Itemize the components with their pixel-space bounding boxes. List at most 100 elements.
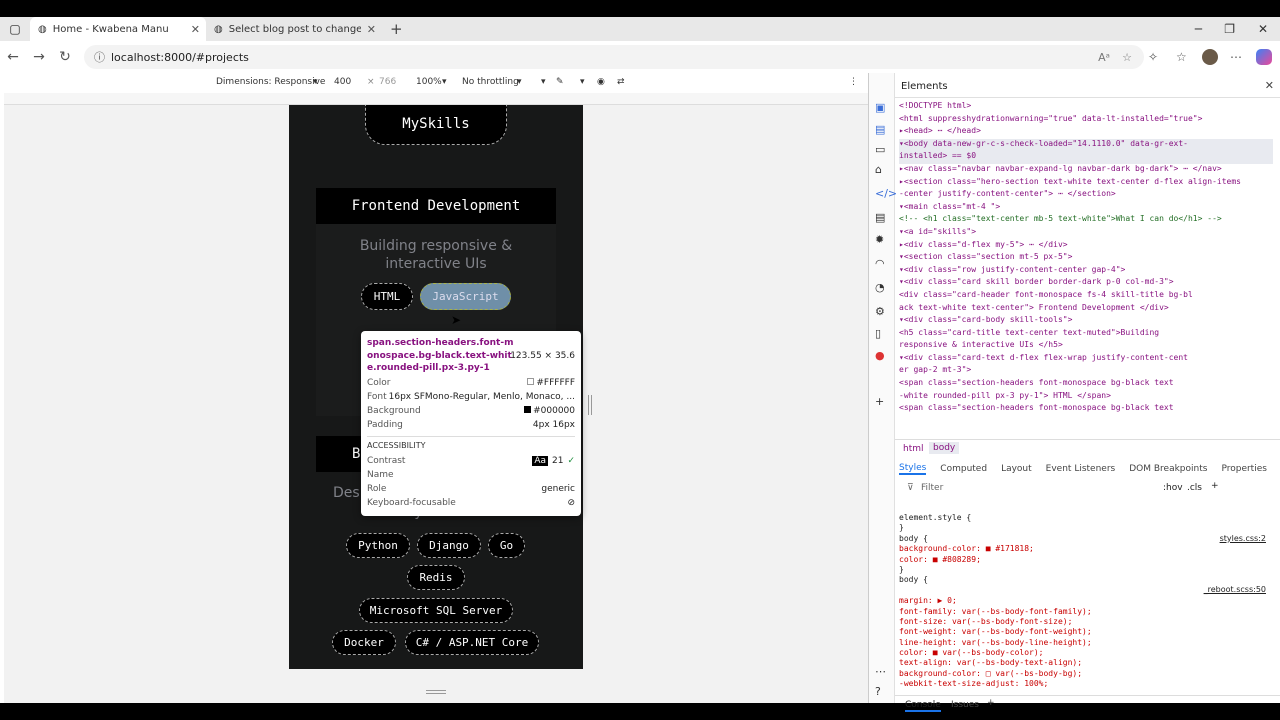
network-icon[interactable]: ◠: [875, 257, 885, 270]
throttling-select[interactable]: No throttling: [462, 77, 519, 87]
dom-node-line[interactable]: er gap-2 mt-3">: [899, 365, 1273, 378]
dom-node-line[interactable]: -center justify-content-center"> ⋯ </sec…: [899, 189, 1273, 202]
styles-pane[interactable]: element.style {} body { background-color:…: [899, 513, 1273, 698]
dom-node-line[interactable]: ▾<div class="card-body skill-tools">: [899, 315, 1273, 328]
filter-input[interactable]: Filter: [921, 483, 943, 493]
dom-node-line[interactable]: ▸<nav class="navbar navbar-expand-lg nav…: [899, 164, 1273, 177]
minimize-icon[interactable]: ─: [1195, 22, 1202, 36]
dom-node-line[interactable]: ▾<div class="card-text d-flex flex-wrap …: [899, 353, 1273, 366]
close-icon[interactable]: ✕: [1265, 79, 1274, 92]
eye-icon[interactable]: ◉: [597, 77, 605, 87]
style-rule-line[interactable]: font-weight: var(--bs-body-font-weight);: [899, 627, 1273, 637]
dom-tree[interactable]: <!DOCTYPE html> <html suppresshydrationwa…: [899, 101, 1273, 421]
bug-icon[interactable]: ✹: [875, 233, 884, 246]
dom-node-line[interactable]: ▾<body data-new-gr-c-s-check-loaded="14.…: [899, 138, 1273, 152]
style-rule-line[interactable]: background-color: □ var(--bs-body-bg);: [899, 669, 1273, 679]
tab-blog-admin[interactable]: ◍ Select blog post to change | Djan ✕: [206, 17, 382, 41]
pen-icon[interactable]: ✎: [556, 77, 564, 87]
style-rule-line[interactable]: }: [899, 523, 1273, 533]
window-icon[interactable]: ▭: [875, 143, 885, 156]
dom-node-line[interactable]: <!DOCTYPE html>: [899, 101, 1273, 114]
dom-node-line[interactable]: ▾<div class="row justify-content-center …: [899, 265, 1273, 278]
add-tab-icon[interactable]: +: [987, 698, 995, 708]
style-rule-line[interactable]: line-height: var(--bs-body-line-height);: [899, 638, 1273, 648]
dom-node-line[interactable]: ▸<section class="hero-section text-white…: [899, 177, 1273, 190]
more-icon[interactable]: ⋯: [875, 665, 886, 678]
close-icon[interactable]: ✕: [367, 23, 376, 36]
dom-node-line[interactable]: <span class="section-headers font-monosp…: [899, 378, 1273, 391]
dom-node-line[interactable]: installed> == $0: [899, 151, 1273, 164]
application-icon[interactable]: ▯: [875, 327, 881, 340]
welcome-icon[interactable]: ▣: [875, 101, 885, 114]
style-rule-line[interactable]: margin: ▶ 0;: [899, 596, 1273, 606]
add-tool-icon[interactable]: +: [875, 395, 884, 408]
width-input[interactable]: 400: [334, 77, 351, 87]
dom-node-line[interactable]: ▾<div class="card skill border border-da…: [899, 277, 1273, 290]
url-field[interactable]: ⓘ localhost:8000/#projects Aᵃ ☆: [84, 45, 1144, 69]
dom-node-line[interactable]: ▸<div class="d-flex my-5"> ⋯ </div>: [899, 240, 1273, 253]
style-source-link[interactable]: styles.css:2: [1220, 534, 1266, 543]
tab-properties[interactable]: Properties: [1221, 464, 1266, 474]
elements-icon[interactable]: </>: [875, 187, 897, 200]
settings-icon[interactable]: ⚙: [875, 305, 885, 318]
dom-node-line[interactable]: -white rounded-pill px-3 py-1"> HTML </s…: [899, 391, 1273, 404]
dom-node-line[interactable]: <h5 class="card-title text-center text-m…: [899, 328, 1273, 341]
viewport-resize-handle[interactable]: [588, 395, 592, 415]
rotate-icon[interactable]: ⇄: [617, 77, 625, 87]
style-rule-line[interactable]: -webkit-text-size-adjust: 100%;: [899, 679, 1273, 689]
extensions-icon[interactable]: ✧: [1148, 50, 1158, 64]
style-rule-line[interactable]: color: ■ var(--bs-body-color);: [899, 648, 1273, 658]
height-input[interactable]: 766: [379, 77, 396, 87]
style-rule-line[interactable]: }: [899, 565, 1273, 575]
console-icon[interactable]: ▤: [875, 211, 885, 224]
avatar[interactable]: [1202, 49, 1218, 65]
style-source-link[interactable]: _reboot.scss:50: [1204, 585, 1266, 594]
dom-node-line[interactable]: <div class="card-header font-monospace f…: [899, 290, 1273, 303]
dom-node-line[interactable]: <!-- <h1 class="text-center mb-5 text-wh…: [899, 214, 1273, 227]
breadcrumb-item[interactable]: html: [903, 444, 924, 454]
tab-dom-breakpoints[interactable]: DOM Breakpoints: [1129, 464, 1207, 474]
tab-console[interactable]: Console: [905, 700, 941, 712]
media-query-ruler[interactable]: [4, 93, 868, 105]
dom-node-line[interactable]: responsive & interactive UIs </h5>: [899, 340, 1273, 353]
more-icon[interactable]: ⋯: [1230, 50, 1242, 64]
add-rule-icon[interactable]: +: [1211, 481, 1219, 491]
style-rule-line[interactable]: body {: [899, 534, 1273, 544]
favorites-icon[interactable]: ☆: [1176, 50, 1187, 64]
style-rule-line[interactable]: text-align: var(--bs-body-text-align);: [899, 658, 1273, 668]
help-icon[interactable]: ?: [875, 685, 881, 698]
reload-icon[interactable]: ↻: [52, 49, 78, 65]
tab-event-listeners[interactable]: Event Listeners: [1046, 464, 1116, 474]
back-icon[interactable]: ←: [0, 49, 26, 65]
device-icon[interactable]: ▤: [875, 123, 885, 136]
tab-computed[interactable]: Computed: [940, 464, 987, 474]
restore-icon[interactable]: ❐: [1224, 22, 1235, 36]
dom-node-line[interactable]: ▸<head> ⋯ </head>: [899, 126, 1273, 139]
read-aloud-icon[interactable]: Aᵃ: [1098, 51, 1110, 64]
dom-node-line[interactable]: <span class="section-headers font-monosp…: [899, 403, 1273, 416]
tab-issues[interactable]: Issues: [951, 700, 979, 710]
dom-node-line[interactable]: ▾<a id="skills">: [899, 227, 1273, 240]
viewport-bottom-handle[interactable]: [426, 690, 446, 694]
zoom-select[interactable]: 100%: [416, 77, 442, 87]
new-tab-button[interactable]: +: [390, 20, 403, 38]
forward-icon[interactable]: →: [26, 49, 52, 65]
hov-toggle[interactable]: :hov: [1163, 483, 1183, 493]
performance-icon[interactable]: ◔: [875, 281, 885, 294]
dom-node-line[interactable]: ▾<section class="section mt-5 px-5">: [899, 252, 1273, 265]
style-rule-line[interactable]: color: ■ #808289;: [899, 555, 1273, 565]
style-rule-line[interactable]: font-size: var(--bs-body-font-size);: [899, 617, 1273, 627]
breadcrumb-item[interactable]: body: [929, 442, 960, 454]
close-window-icon[interactable]: ✕: [1258, 22, 1268, 36]
tab-styles[interactable]: Styles: [899, 463, 927, 475]
style-rule-line[interactable]: background-color: ■ #171818;: [899, 544, 1273, 554]
more-icon[interactable]: ⋮: [849, 77, 858, 87]
favorite-icon[interactable]: ☆: [1122, 51, 1132, 64]
dom-node-line[interactable]: ack text-white text-center"> Frontend De…: [899, 303, 1273, 316]
dimensions-select[interactable]: Dimensions: Responsive: [216, 77, 325, 87]
cls-toggle[interactable]: .cls: [1187, 483, 1202, 493]
copilot-icon[interactable]: [1256, 49, 1272, 65]
style-rule-line[interactable]: font-family: var(--bs-body-font-family);: [899, 607, 1273, 617]
tab-home[interactable]: ◍ Home - Kwabena Manu ✕: [30, 17, 206, 41]
close-icon[interactable]: ✕: [191, 23, 200, 36]
